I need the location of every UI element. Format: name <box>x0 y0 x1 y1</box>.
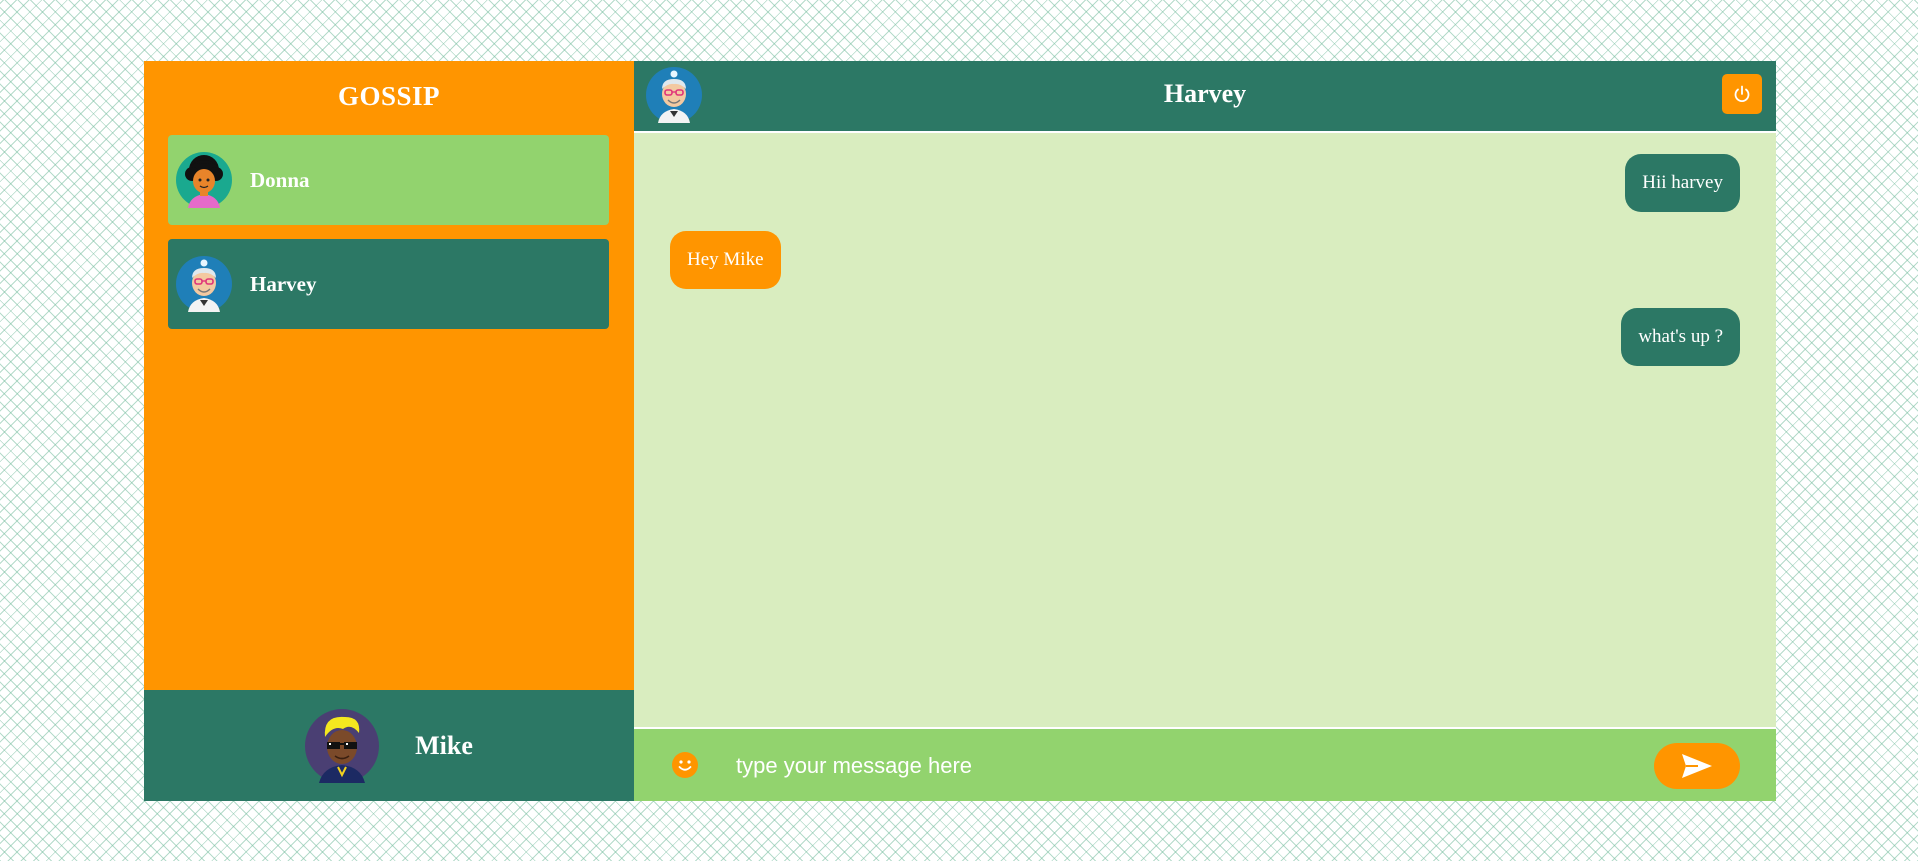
current-user-name: Mike <box>415 730 473 760</box>
power-icon <box>1734 85 1750 103</box>
message-received: Hey Mike <box>670 231 781 289</box>
app-brand: GOSSIP <box>337 81 441 111</box>
send-button[interactable] <box>1654 743 1740 789</box>
message-list: Hii harvey Hey Mike what's up ? <box>634 133 1776 729</box>
mike-avatar-icon <box>305 708 380 783</box>
chat-panel: Harvey Hii harvey Hey Mike what's up ? <box>634 61 1776 801</box>
contact-name: Donna <box>250 167 310 192</box>
logout-button[interactable] <box>1722 74 1762 114</box>
message-sent: Hii harvey <box>1625 154 1740 212</box>
chat-app: GOSSIP Donna Harvey Mike Harvey Hii harv… <box>144 61 1776 801</box>
contact-name: Harvey <box>250 271 317 296</box>
send-icon <box>1682 754 1712 778</box>
message-sent: what's up ? <box>1621 308 1740 366</box>
current-user-panel: Mike <box>144 690 634 801</box>
contact-item-donna[interactable]: Donna <box>168 135 609 225</box>
message-input[interactable] <box>734 743 1538 789</box>
donna-avatar-icon <box>176 152 232 208</box>
message-composer <box>634 727 1776 801</box>
harvey-avatar-icon <box>176 256 232 312</box>
sidebar: GOSSIP Donna Harvey Mike <box>144 61 634 801</box>
smiley-icon[interactable] <box>670 750 700 780</box>
contact-item-harvey[interactable]: Harvey <box>168 239 609 329</box>
chat-title: Harvey <box>1163 79 1247 108</box>
chat-header: Harvey <box>634 61 1776 133</box>
